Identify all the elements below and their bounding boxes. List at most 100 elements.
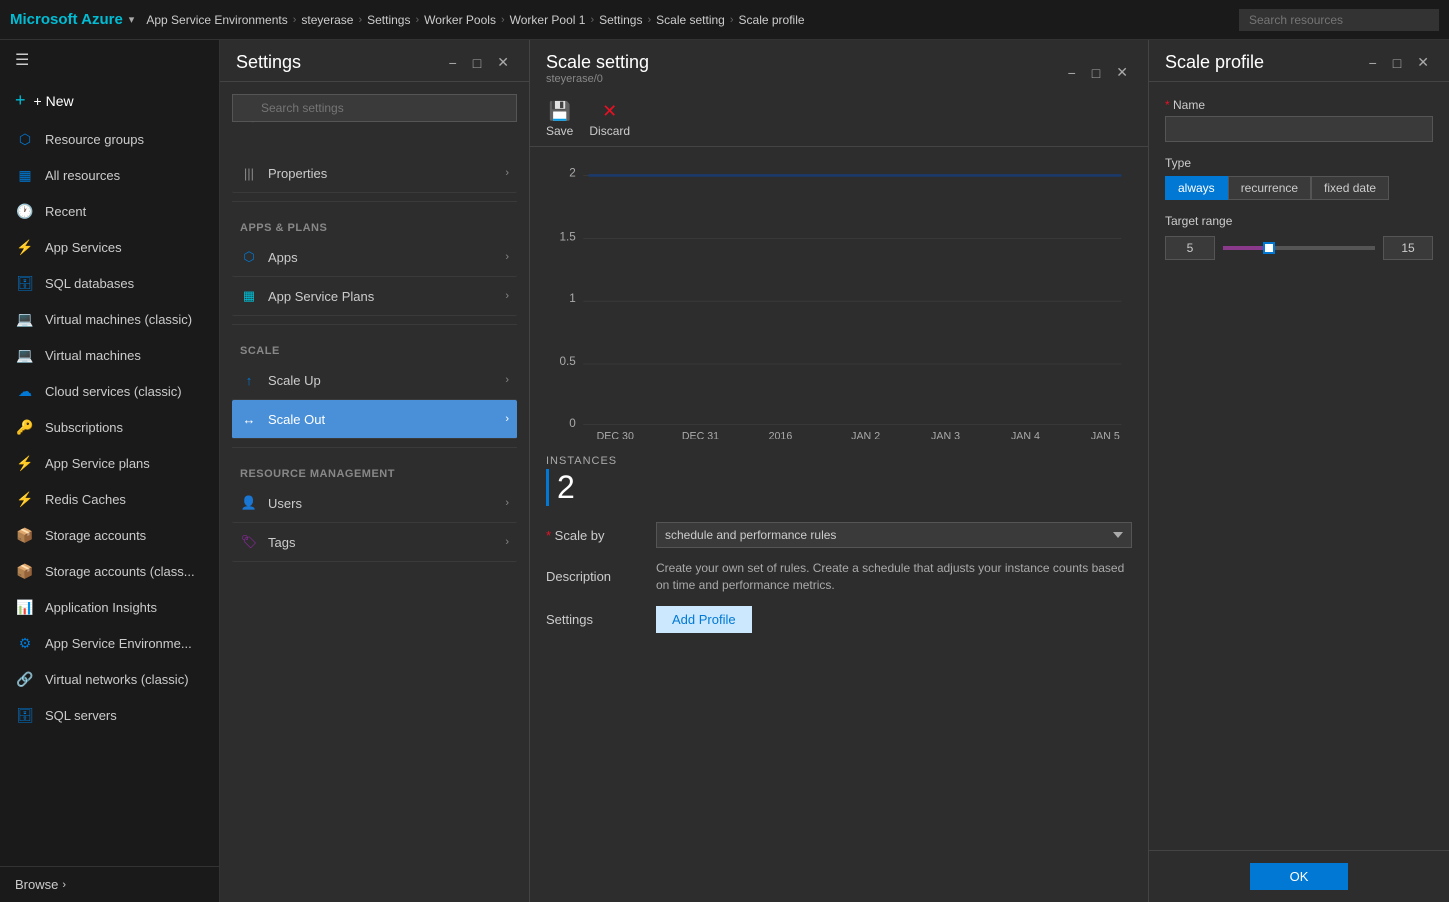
scale-close-button[interactable]: ✕ — [1112, 62, 1132, 83]
sidebar-item-storage-accounts[interactable]: 📦 Storage accounts — [0, 517, 219, 553]
sidebar: ☰ + + New ⬡ Resource groups ▦ All resour… — [0, 40, 220, 902]
settings-app-service-plans-item[interactable]: ▦ App Service Plans › — [232, 277, 517, 316]
divider-3 — [232, 447, 517, 448]
breadcrumb-3[interactable]: Settings — [367, 13, 410, 27]
range-slider-thumb[interactable] — [1263, 242, 1275, 254]
apps-plans-section-label: APPS & PLANS — [232, 210, 517, 238]
sidebar-item-app-services[interactable]: ⚡ App Services — [0, 229, 219, 265]
resource-mgmt-section-label: RESOURCE MANAGEMENT — [232, 456, 517, 484]
type-fixed-date-button[interactable]: fixed date — [1311, 176, 1389, 200]
range-slider-container — [1223, 238, 1375, 258]
sidebar-label-storage-accounts-classic: Storage accounts (class... — [45, 564, 195, 579]
svg-text:2: 2 — [569, 166, 576, 179]
sidebar-label-sql-databases: SQL databases — [45, 276, 134, 291]
vms-icon: 💻 — [15, 345, 35, 365]
breadcrumb-7[interactable]: Scale setting — [656, 13, 725, 27]
breadcrumb-8[interactable]: Scale profile — [739, 13, 805, 27]
settings-users-label: Users — [268, 496, 302, 511]
virtual-networks-icon: 🔗 — [15, 669, 35, 689]
sidebar-item-storage-accounts-classic[interactable]: 📦 Storage accounts (class... — [0, 553, 219, 589]
profile-panel-header: Scale profile − □ ✕ — [1149, 40, 1449, 82]
scale-maximize-button[interactable]: □ — [1088, 62, 1104, 83]
profile-type-buttons: always recurrence fixed date — [1165, 176, 1433, 200]
app-services-icon: ⚡ — [15, 237, 35, 257]
sidebar-item-sql-databases[interactable]: 🗄 SQL databases — [0, 265, 219, 301]
breadcrumb-1[interactable]: App Service Environments — [146, 13, 287, 27]
tags-chevron: › — [505, 536, 509, 548]
profile-close-button[interactable]: ✕ — [1413, 52, 1433, 73]
profile-name-input[interactable] — [1165, 116, 1433, 142]
app-service-plans-chevron: › — [505, 290, 509, 302]
apps-chevron: › — [505, 251, 509, 263]
browse-button[interactable]: Browse › — [0, 866, 219, 902]
sidebar-item-recent[interactable]: 🕐 Recent — [0, 193, 219, 229]
settings-label: Settings — [546, 612, 646, 627]
scale-by-select[interactable]: schedule and performance rulesa single i… — [656, 522, 1132, 548]
top-search-input[interactable] — [1239, 9, 1439, 31]
scale-panel-header: Scale setting steyerase/0 − □ ✕ 💾 Save — [530, 40, 1148, 147]
sidebar-label-storage-accounts: Storage accounts — [45, 528, 146, 543]
type-recurrence-button[interactable]: recurrence — [1228, 176, 1311, 200]
type-always-button[interactable]: always — [1165, 176, 1228, 200]
target-range-row — [1165, 236, 1433, 260]
settings-search-input[interactable] — [232, 94, 517, 122]
breadcrumb-2[interactable]: steyerase — [301, 13, 353, 27]
breadcrumb-5[interactable]: Worker Pool 1 — [510, 13, 586, 27]
profile-minimize-button[interactable]: − — [1365, 52, 1381, 73]
settings-app-service-plans-label: App Service Plans — [268, 289, 374, 304]
sidebar-item-app-service-env[interactable]: ⚙ App Service Environme... — [0, 625, 219, 661]
divider-1 — [232, 201, 517, 202]
settings-tags-item[interactable]: 🏷 Tags › — [232, 523, 517, 562]
sidebar-item-app-service-plans[interactable]: ⚡ App Service plans — [0, 445, 219, 481]
scale-up-chevron: › — [505, 374, 509, 386]
settings-scale-up-item[interactable]: ↑ Scale Up › — [232, 361, 517, 400]
settings-close-button[interactable]: ✕ — [493, 52, 513, 73]
sidebar-item-vms-classic[interactable]: 💻 Virtual machines (classic) — [0, 301, 219, 337]
sidebar-item-app-insights[interactable]: 📊 Application Insights — [0, 589, 219, 625]
sidebar-item-sql-servers[interactable]: 🗄 SQL servers — [0, 697, 219, 733]
sidebar-item-vms[interactable]: 💻 Virtual machines — [0, 337, 219, 373]
new-button[interactable]: + + New — [0, 80, 219, 121]
breadcrumb-4[interactable]: Worker Pools — [424, 13, 496, 27]
save-button[interactable]: 💾 Save — [546, 101, 573, 138]
ok-button[interactable]: OK — [1250, 863, 1349, 890]
scale-panel-title: Scale setting — [546, 52, 649, 73]
sidebar-item-virtual-networks[interactable]: 🔗 Virtual networks (classic) — [0, 661, 219, 697]
settings-users-item[interactable]: 👤 Users › — [232, 484, 517, 523]
sidebar-item-all-resources[interactable]: ▦ All resources — [0, 157, 219, 193]
discard-button[interactable]: ✕ Discard — [589, 101, 630, 138]
range-max-input[interactable] — [1383, 236, 1433, 260]
sidebar-item-cloud-services[interactable]: ☁ Cloud services (classic) — [0, 373, 219, 409]
sidebar-item-subscriptions[interactable]: 🔑 Subscriptions — [0, 409, 219, 445]
range-min-input[interactable] — [1165, 236, 1215, 260]
discard-icon: ✕ — [602, 101, 617, 122]
breadcrumb-6[interactable]: Settings — [599, 13, 642, 27]
settings-scale-out-item[interactable]: ↔ Scale Out › — [232, 400, 517, 439]
scale-minimize-button[interactable]: − — [1064, 62, 1080, 83]
settings-apps-item[interactable]: ⬡ Apps › — [232, 238, 517, 277]
hamburger-icon[interactable]: ☰ — [0, 40, 219, 80]
add-profile-button[interactable]: Add Profile — [656, 606, 752, 633]
top-nav: Microsoft Azure ▾ App Service Environmen… — [0, 0, 1449, 40]
target-range-label: Target range — [1165, 214, 1433, 228]
scale-section-label: SCALE — [232, 333, 517, 361]
settings-apps-label: Apps — [268, 250, 298, 265]
vms-classic-icon: 💻 — [15, 309, 35, 329]
scale-by-row: Scale by schedule and performance rulesa… — [546, 522, 1132, 548]
properties-chevron: › — [505, 167, 509, 179]
settings-maximize-button[interactable]: □ — [469, 52, 485, 73]
svg-text:0: 0 — [569, 417, 576, 430]
settings-panel-content: 🔍 ||| Properties › APPS & PLANS ⬡ — [220, 82, 529, 902]
sidebar-item-redis-caches[interactable]: ⚡ Redis Caches — [0, 481, 219, 517]
svg-text:2016: 2016 — [769, 431, 793, 439]
settings-properties-item[interactable]: ||| Properties › — [232, 154, 517, 193]
brand-logo[interactable]: Microsoft Azure — [10, 11, 123, 28]
sql-databases-icon: 🗄 — [15, 273, 35, 293]
settings-scale-out-left: ↔ Scale Out — [240, 410, 325, 428]
settings-minimize-button[interactable]: − — [445, 52, 461, 73]
description-text: Create your own set of rules. Create a s… — [656, 560, 1132, 594]
profile-maximize-button[interactable]: □ — [1389, 52, 1405, 73]
app-service-plans-settings-icon: ▦ — [240, 287, 258, 305]
sidebar-label-redis-caches: Redis Caches — [45, 492, 126, 507]
sidebar-item-resource-groups[interactable]: ⬡ Resource groups — [0, 121, 219, 157]
